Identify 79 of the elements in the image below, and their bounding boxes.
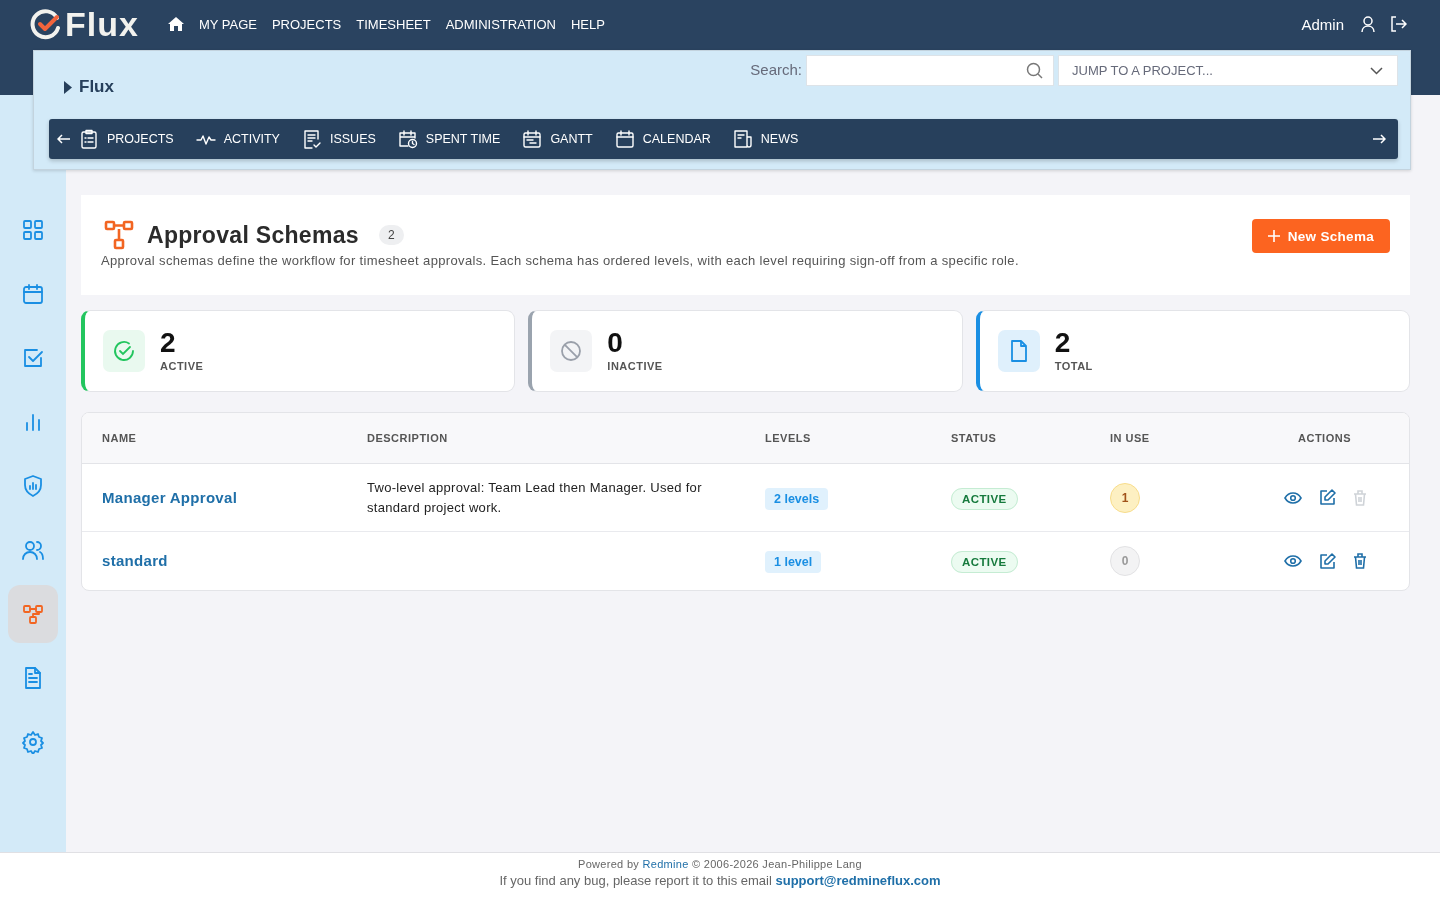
edit-icon[interactable]: [1319, 552, 1336, 570]
file-icon: [1009, 340, 1028, 362]
sidebar-item[interactable]: [8, 585, 58, 643]
search-icon: [1026, 62, 1043, 79]
schema-name-link[interactable]: standard: [102, 552, 168, 569]
status-badge: ACTIVE: [951, 551, 1018, 573]
chevron-down-icon: [1370, 66, 1383, 75]
redmine-link[interactable]: Redmine: [642, 858, 689, 870]
calendar-icon: [614, 129, 635, 149]
email-link[interactable]: support@redmineflux.com: [775, 873, 941, 888]
user-name[interactable]: Admin: [1301, 15, 1344, 33]
calendar-icon: [21, 282, 45, 306]
caret-icon[interactable]: [64, 80, 72, 94]
user-icon[interactable]: [1361, 16, 1375, 32]
gantt-icon: [522, 129, 543, 149]
logo-check-icon: [30, 8, 62, 40]
view-icon[interactable]: [1284, 491, 1302, 504]
arrow-right-icon[interactable]: [1373, 134, 1386, 144]
delete-icon[interactable]: [1353, 553, 1367, 569]
count-badge: 2: [378, 225, 404, 245]
stat-label: ACTIVE: [160, 360, 204, 372]
nav-link[interactable]: ADMINISTRATION: [445, 16, 556, 32]
checkbox-icon: [21, 346, 45, 370]
arrow-left-icon[interactable]: [57, 134, 70, 144]
logout-icon[interactable]: [1390, 16, 1407, 32]
column-header: DESCRIPTION: [367, 432, 449, 444]
shield-icon: [21, 474, 45, 498]
project-menu-tab[interactable]: SPENT TIME: [386, 119, 512, 159]
stat-value: 0: [607, 326, 624, 360]
users-icon: [21, 538, 45, 562]
project-menu-tab[interactable]: PROJECTS: [70, 119, 185, 159]
project-menu-tab[interactable]: NEWS: [721, 119, 810, 159]
nav-link[interactable]: TIMESHEET: [356, 16, 431, 32]
project-title[interactable]: Flux: [79, 77, 114, 97]
check-circle-icon: [113, 340, 135, 362]
in-use-count: 1: [1110, 482, 1140, 513]
column-header: ACTIONS: [1297, 432, 1352, 444]
stat-value: 2: [160, 326, 177, 360]
status-badge: ACTIVE: [951, 487, 1018, 510]
column-header: STATUS: [951, 432, 998, 444]
logo-text[interactable]: Flux: [65, 4, 139, 44]
description-cell-text: Two-level approval: Team Lead then Manager. Used for standard project work.: [367, 478, 703, 517]
project-menu-tab[interactable]: ACTIVITY: [184, 119, 291, 159]
newspaper-icon: [732, 129, 753, 149]
project-menu-tab[interactable]: GANTT: [511, 119, 604, 159]
column-header: LEVELS: [765, 432, 812, 444]
levels-badge: 1 level: [765, 551, 822, 573]
project-menu-tab[interactable]: CALENDAR: [603, 119, 722, 159]
project-menu-tab[interactable]: ISSUES: [290, 119, 387, 159]
levels-badge: 2 levels: [765, 487, 829, 510]
jump-to-project-dropdown[interactable]: JUMP TO A PROJECT...: [1058, 55, 1398, 86]
ban-icon: [560, 340, 583, 362]
plus-icon: [1267, 230, 1280, 242]
nav-link[interactable]: PROJECTS: [271, 16, 342, 32]
schema-name-link[interactable]: Manager Approval: [102, 488, 238, 506]
nav-link[interactable]: MY PAGE: [198, 16, 257, 32]
in-use-count: 0: [1110, 546, 1140, 576]
settings-icon: [21, 730, 45, 754]
home-icon[interactable]: [167, 17, 184, 31]
calendar-clock-icon: [397, 129, 418, 149]
nav-link[interactable]: HELP: [570, 16, 605, 32]
view-icon[interactable]: [1284, 555, 1302, 567]
search-label: Search:: [750, 61, 802, 78]
stat-value: 2: [1054, 326, 1072, 360]
stat-label: INACTIVE: [607, 360, 663, 372]
page-title: Approval Schemas: [147, 221, 359, 249]
bug-report-text: If you find any bug, please report it to this email support@redmineflux.com: [499, 873, 941, 888]
column-header: IN USE: [1110, 432, 1151, 444]
grid-icon: [21, 218, 45, 242]
checklist-icon: [301, 129, 322, 149]
schema-icon: [103, 219, 135, 251]
powered-by-text: Powered by Redmine © 2006-2026 Jean-Philippe Lang: [578, 858, 862, 870]
search-field[interactable]: [806, 55, 1054, 86]
stat-label: TOTAL: [1054, 360, 1093, 372]
schema-icon: [21, 602, 45, 626]
page-description: Approval schemas define the workflow for timesheet approvals. Each schema has ordered levels, with each level requiring sign-off from a specific role.: [101, 253, 1019, 268]
clipboard-icon: [79, 129, 99, 149]
column-header: NAME: [102, 432, 138, 444]
edit-icon[interactable]: [1319, 489, 1336, 506]
